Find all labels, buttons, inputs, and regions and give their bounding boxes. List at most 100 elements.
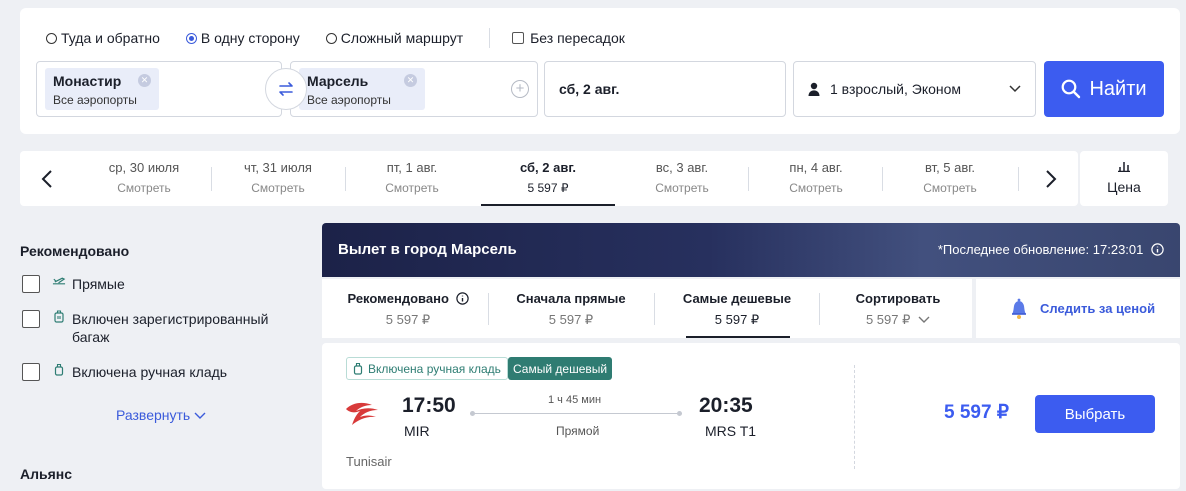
sort-dropdown[interactable]: Сортировать 5 597 ₽ xyxy=(818,279,978,338)
filter-label: Включена ручная кладь xyxy=(72,364,228,380)
last-updated: *Последнее обновление: 17:23:01 xyxy=(938,242,1164,257)
flight-duration: 1 ч 45 мин xyxy=(548,394,602,406)
passengers-field[interactable]: 1 взрослый, Эконом xyxy=(793,61,1036,117)
origin-chip[interactable]: Монастир Все аэропорты ✕ xyxy=(45,68,159,110)
date-tab-day: пт, 1 авг. xyxy=(386,160,438,175)
price-watch-button[interactable]: Следить за ценой xyxy=(976,279,1180,338)
arrival-time: 20:35 xyxy=(699,394,753,417)
radio-selected-icon[interactable] xyxy=(185,32,197,44)
close-icon[interactable]: ✕ xyxy=(404,74,417,87)
price-watch-label: Следить за ценой xyxy=(1040,301,1156,316)
passengers-value: 1 взрослый, Эконом xyxy=(830,81,962,97)
divider xyxy=(488,293,489,325)
sort-price: 5 597 ₽ xyxy=(385,312,431,327)
divider xyxy=(854,365,855,469)
next-dates-button[interactable] xyxy=(1026,151,1076,206)
sort-price: 5 597 ₽ xyxy=(548,312,594,327)
date-tab[interactable]: вт, 5 авг. Смотреть xyxy=(883,151,1017,206)
sort-tabs: Рекомендовано 5 597 ₽ Сначала прямые 5 5… xyxy=(322,279,972,338)
origin-field[interactable]: Монастир Все аэропорты ✕ xyxy=(36,61,282,117)
select-flight-button[interactable]: Выбрать xyxy=(1035,395,1155,433)
date-tab-day: ср, 30 июля xyxy=(108,160,180,175)
destination-city: Марсель xyxy=(307,73,369,89)
swap-button[interactable] xyxy=(265,68,307,110)
option-multi-city[interactable]: Сложный маршрут xyxy=(325,30,464,46)
filter-checked-baggage[interactable]: Включен зарегистрированный багаж xyxy=(22,310,302,346)
date-tab-day: чт, 31 июля xyxy=(244,160,312,175)
destination-airports: Все аэропорты xyxy=(307,93,391,107)
date-tab[interactable]: ср, 30 июля Смотреть xyxy=(77,151,211,206)
chevron-left-icon xyxy=(41,169,52,188)
find-button[interactable]: Найти xyxy=(1044,61,1164,117)
add-destination-icon[interactable]: + xyxy=(511,80,529,98)
option-round-trip[interactable]: Туда и обратно xyxy=(46,30,160,46)
bag-icon xyxy=(52,363,66,377)
filter-group-title: Альянс xyxy=(20,466,73,482)
sort-recommended[interactable]: Рекомендовано 5 597 ₽ xyxy=(328,279,488,338)
trip-type-options: Туда и обратно В одну сторону Сложный ма… xyxy=(46,28,651,48)
sort-price: 5 597 ₽ xyxy=(714,312,760,327)
destination-chip[interactable]: Марсель Все аэропорты ✕ xyxy=(299,68,425,110)
results-title: Вылет в город Марсель xyxy=(338,241,517,258)
option-one-way[interactable]: В одну сторону xyxy=(185,30,300,46)
checkbox-icon[interactable] xyxy=(512,32,525,44)
destination-field[interactable]: Марсель Все аэропорты ✕ + xyxy=(290,61,538,117)
divider xyxy=(1018,167,1019,191)
route-line xyxy=(470,411,682,416)
date-tab-sub: Смотреть xyxy=(117,181,171,195)
airline-name: Tunisair xyxy=(346,454,392,469)
filter-direct[interactable]: Прямые xyxy=(22,275,125,293)
price-toggle-label: Цена xyxy=(1107,179,1141,195)
arrival-airport: MRS T1 xyxy=(705,423,757,439)
radio-icon[interactable] xyxy=(46,32,57,44)
filter-hand-luggage[interactable]: Включена ручная кладь xyxy=(22,363,227,381)
departure-airport: MIR xyxy=(404,423,430,439)
sort-direct-first[interactable]: Сначала прямые 5 597 ₽ xyxy=(491,279,651,338)
checkbox-icon[interactable] xyxy=(22,310,40,328)
date-tab[interactable]: чт, 31 июля Смотреть xyxy=(211,151,345,206)
date-tab[interactable]: вс, 3 авг. Смотреть xyxy=(615,151,749,206)
date-tab[interactable]: пт, 1 авг. Смотреть xyxy=(345,151,479,206)
date-value: сб, 2 авг. xyxy=(559,81,620,97)
date-tab-sub: Смотреть xyxy=(655,181,709,195)
results-header: Вылет в город Марсель *Последнее обновле… xyxy=(322,223,1180,277)
date-tab-day: вт, 5 авг. xyxy=(924,160,976,175)
option-label: Сложный маршрут xyxy=(340,30,464,46)
flight-card[interactable]: Включена ручная кладь Самый дешевый 17:5… xyxy=(322,343,1180,489)
date-tab-day: сб, 2 авг. xyxy=(519,160,577,175)
date-tab-sub: Смотреть xyxy=(251,181,305,195)
prev-dates-button[interactable] xyxy=(22,151,72,206)
chevron-down-icon xyxy=(918,316,930,323)
sort-title: Рекомендовано xyxy=(328,291,488,306)
price-chart-toggle[interactable]: Цена xyxy=(1080,151,1168,206)
info-icon[interactable] xyxy=(455,292,469,305)
date-tab-sub: Смотреть xyxy=(789,181,843,195)
checkbox-icon[interactable] xyxy=(22,275,40,293)
info-icon[interactable] xyxy=(1151,243,1164,256)
cheapest-badge: Самый дешевый xyxy=(508,357,613,380)
checkbox-icon[interactable] xyxy=(22,363,40,381)
bag-icon xyxy=(353,362,363,375)
origin-city: Монастир xyxy=(53,73,122,89)
filters-sidebar: Рекомендовано Прямые Включен зарегистрир… xyxy=(0,222,310,491)
badge-label: Включена ручная кладь xyxy=(368,361,501,376)
flight-price: 5 597 ₽ xyxy=(944,402,1009,423)
expand-filters-link[interactable]: Развернуть xyxy=(116,407,206,423)
airline-logo xyxy=(344,399,382,432)
nonstop-checkbox[interactable]: Без пересадок xyxy=(512,30,625,46)
date-tab[interactable]: пн, 4 авг. Смотреть xyxy=(749,151,883,206)
option-label: Туда и обратно xyxy=(61,30,160,46)
date-carousel: ср, 30 июля Смотреть чт, 31 июля Смотрет… xyxy=(20,151,1078,206)
option-label: В одну сторону xyxy=(200,30,300,46)
close-icon[interactable]: ✕ xyxy=(138,74,151,87)
sort-cheapest[interactable]: Самые дешевые 5 597 ₽ xyxy=(657,279,817,338)
date-tab-day: пн, 4 авг. xyxy=(789,160,843,175)
find-label: Найти xyxy=(1089,77,1147,100)
chevron-down-icon xyxy=(194,412,206,419)
plane-icon xyxy=(52,275,66,287)
date-field[interactable]: сб, 2 авг. xyxy=(544,61,786,117)
filter-label: Прямые xyxy=(72,276,125,292)
radio-icon[interactable] xyxy=(325,32,337,44)
sort-title: Сначала прямые xyxy=(516,291,626,306)
date-tab-selected[interactable]: сб, 2 авг. 5 597 ₽ xyxy=(481,151,615,206)
